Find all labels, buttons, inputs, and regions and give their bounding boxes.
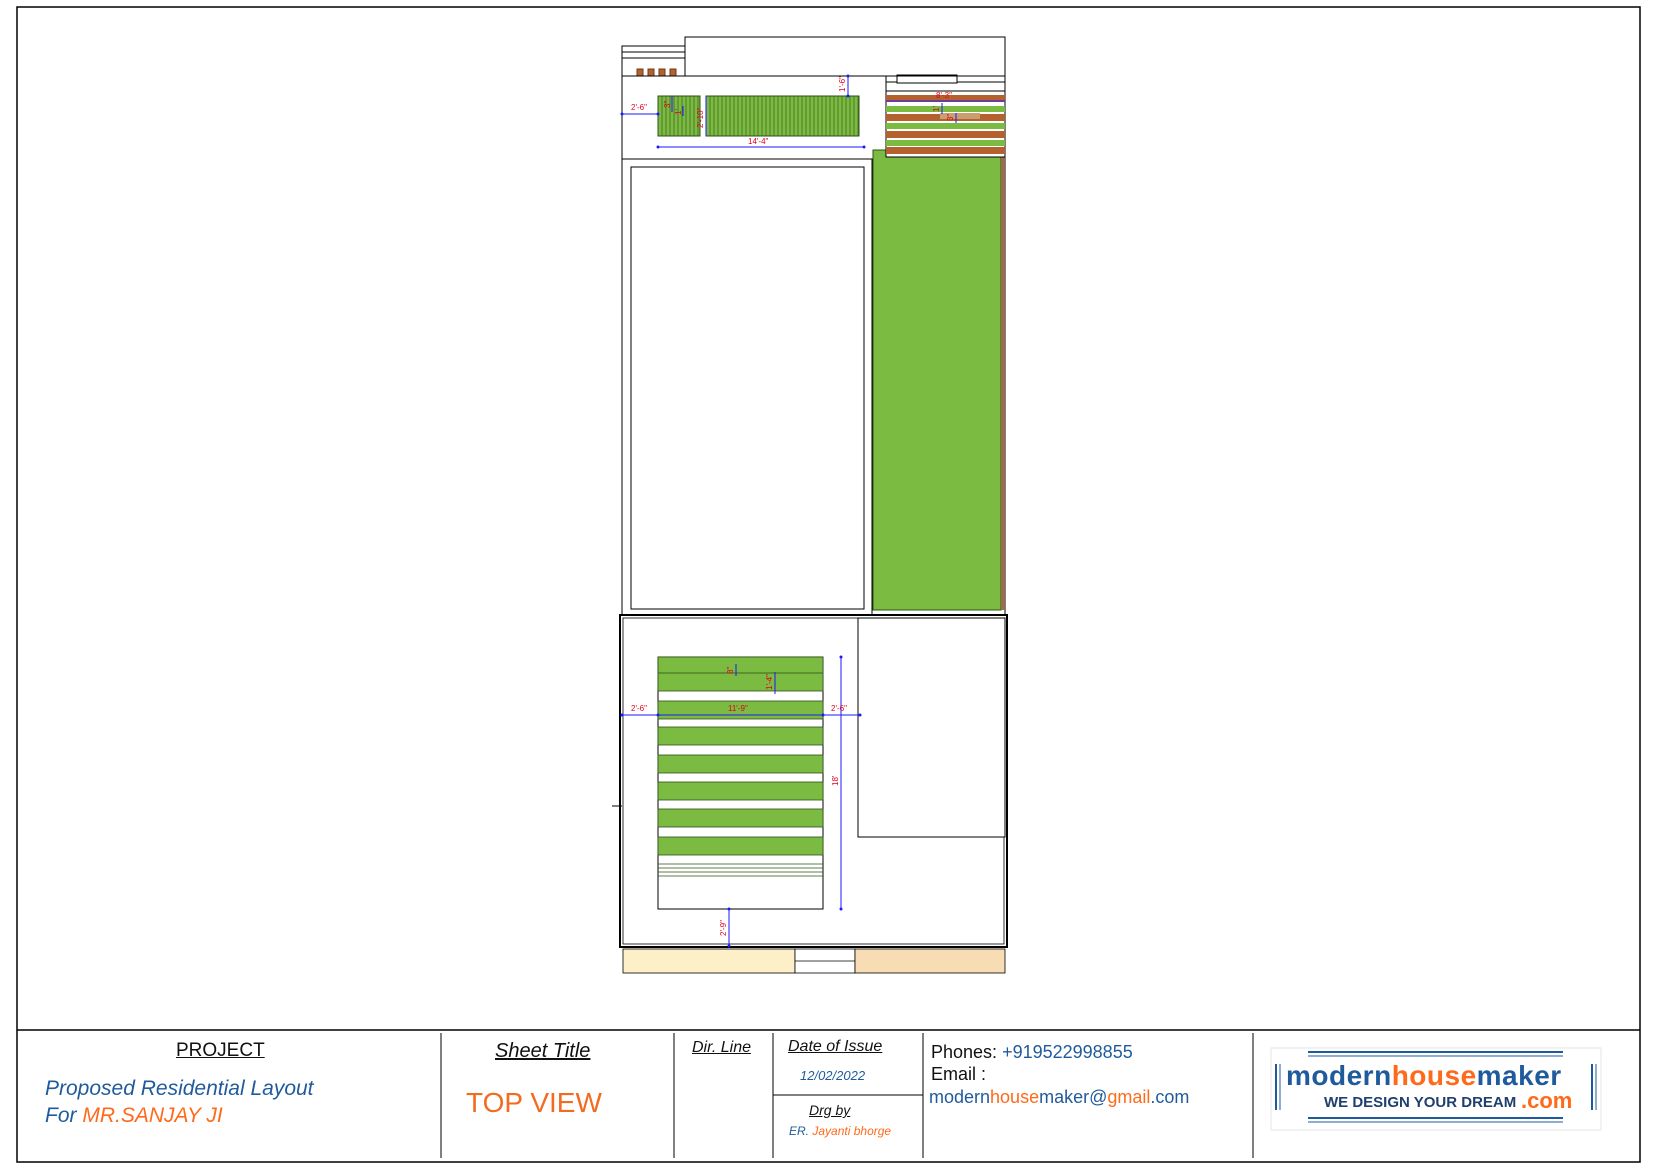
dim-bottom-right-offset: 2'-6" [831,704,847,713]
top-pergola [657,95,860,137]
dim-bottom-left-offset: 2'-6" [631,704,647,713]
project-heading: PROJECT [176,1040,265,1061]
right-edge-strip [1001,150,1005,610]
dim-bottom-offset: 2'-9" [719,920,728,936]
logo-tagline: WE DESIGN YOUR DREAM [1324,1094,1517,1111]
pergola-band [657,672,824,692]
terrace-slab [630,166,865,610]
phones-label: Phones: [931,1042,998,1062]
project-client-line: For MR.SANJAY JI [45,1104,223,1128]
dim-top-small-b: 1' [674,109,683,115]
email-label: Email : [931,1064,987,1084]
dim-bottom-width: 11'-9" [728,704,748,713]
email-address[interactable]: modernhousemaker@gmail.com [929,1087,1189,1108]
pergola-band [657,726,824,746]
project-for-label: For [45,1104,77,1127]
dim-right-top-a: 8'-3" [936,91,952,100]
right-lawn [872,149,1002,611]
logo-part-2: house [1391,1060,1477,1091]
sheet-title-heading: Sheet Title [495,1040,591,1062]
dim-bottom-height: 18' [831,775,840,786]
lower-right-room [857,617,1006,838]
email-part-1: modern [929,1087,991,1107]
email-part-3: maker@ [1039,1087,1108,1107]
dim-bottom-small-b: 1'-4" [765,674,774,690]
project-client: MR.SANJAY JI [82,1104,223,1127]
pergola-band [657,836,824,856]
sheet-title: TOP VIEW [466,1087,602,1118]
dim-top-height: 2'-10" [696,107,705,128]
ground-strip [622,948,1006,974]
dim-top-small-a: 3" [663,101,672,108]
dir-line-heading: Dir. Line [692,1039,751,1056]
phones-line: Phones: +919522998855 [931,1042,1133,1063]
pergola-band [657,808,824,828]
drawing-sheet: 2'-6" 14'-4" 2'-10" 3" 1' 1'-6" 8'-3" 1'… [16,6,1641,1163]
pergola-band [657,754,824,774]
top-pergola-right [705,95,860,137]
logo-part-1: modern [1286,1060,1392,1091]
drawn-by-line: ER. Jayanti bhorge [789,1124,891,1138]
drawn-by-prefix: ER. [789,1124,810,1138]
email-part-5: .com [1150,1087,1190,1107]
date-of-issue-heading: Date of Issue [788,1038,883,1055]
lower-pergola [657,656,824,910]
email-part-4: gmail [1107,1087,1151,1107]
logo-tld: .com [1521,1088,1573,1113]
dim-top-right-offset: 1'-6" [838,76,847,92]
dim-right-top-c: 3" [946,114,955,121]
pergola-band [657,781,824,801]
logo-part-3: maker [1476,1060,1562,1091]
dim-right-top-b: 1' [932,106,941,112]
issue-date: 12/02/2022 [800,1068,866,1083]
dim-bottom-small-a: 8" [726,667,735,674]
drawn-by-name: Jayanti bhorge [812,1124,892,1138]
dim-top-left-offset: 2'-6" [631,103,647,112]
email-part-2: house [990,1087,1040,1107]
phone-number[interactable]: +919522998855 [1002,1042,1133,1062]
dim-top-width: 14'-4" [748,137,769,146]
pergola-band [657,656,824,676]
project-title: Proposed Residential Layout [45,1077,314,1100]
drawn-by-heading: Drg by [809,1102,851,1118]
